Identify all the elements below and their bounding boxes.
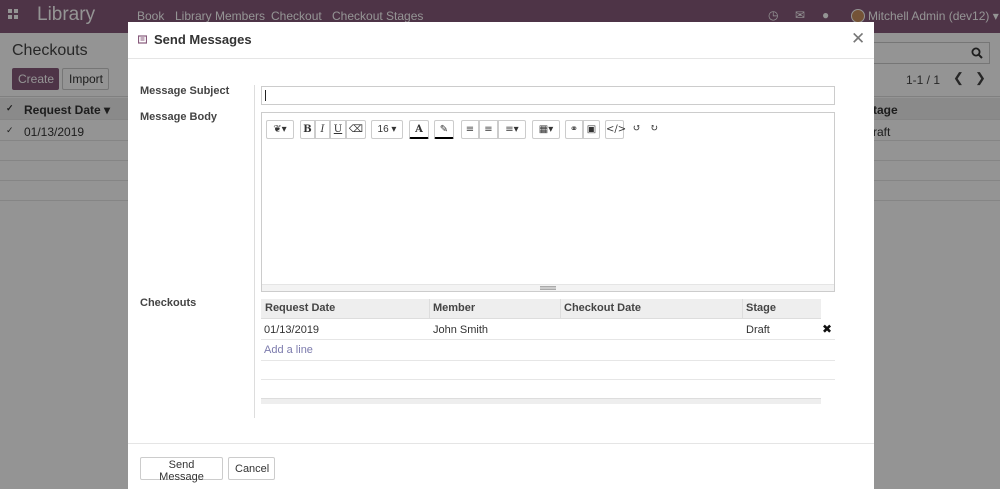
column-stage: Stage — [746, 302, 776, 314]
code-view-icon[interactable]: </> — [605, 120, 626, 139]
editor-content-area[interactable] — [262, 148, 834, 284]
underline-icon[interactable]: U — [330, 120, 346, 139]
font-size-select[interactable]: 16 ▾ — [371, 120, 403, 139]
column-checkout-date: Checkout Date — [564, 302, 642, 314]
italic-icon[interactable]: I — [315, 120, 330, 139]
numbered-list-icon[interactable]: ≡ — [479, 120, 498, 139]
message-subject-label: Message Subject — [140, 85, 230, 97]
message-body-label: Message Body — [140, 111, 218, 123]
field-separator — [254, 85, 255, 418]
checkouts-table-header: Request Date Member Checkout Date Stage — [261, 299, 821, 319]
text-color-icon[interactable]: A — [409, 120, 429, 139]
column-divider — [429, 299, 430, 319]
undo-icon[interactable]: ↺ — [629, 120, 645, 139]
highlight-color-icon[interactable]: ✎ — [434, 120, 454, 139]
resize-handle[interactable] — [540, 286, 556, 290]
cell-request-date: 01/13/2019 — [264, 324, 320, 336]
bullet-list-icon[interactable]: ≡ — [461, 120, 479, 139]
column-request-date: Request Date — [265, 302, 336, 314]
send-message-button[interactable]: Send Message — [140, 457, 223, 483]
column-member: Member — [433, 302, 476, 314]
dialog-title-icon — [138, 35, 147, 44]
column-divider — [742, 299, 743, 319]
dialog-header: Send Messages ✕ — [128, 22, 874, 59]
table-dropdown-icon[interactable]: ▦▾ — [532, 120, 560, 139]
link-icon[interactable]: ⚭ — [565, 120, 583, 139]
image-icon[interactable]: ▣ — [583, 120, 600, 139]
close-icon[interactable]: ✕ — [851, 29, 865, 49]
dialog-footer: Send Message Cancel — [128, 443, 874, 489]
table-footer — [261, 398, 821, 404]
table-row[interactable]: 01/13/2019 John Smith Draft ✖ — [261, 320, 835, 340]
text-cursor — [265, 90, 266, 101]
dialog-title: Send Messages — [154, 32, 252, 47]
cancel-button[interactable]: Cancel — [228, 457, 275, 480]
message-subject-input[interactable] — [261, 86, 835, 105]
send-messages-dialog: Send Messages ✕ Message Subject Message … — [128, 22, 874, 489]
add-line-link[interactable]: Add a line — [264, 344, 313, 356]
align-dropdown-icon[interactable]: ≡▾ — [498, 120, 526, 139]
bold-icon[interactable]: B — [300, 120, 315, 139]
empty-row — [261, 360, 835, 380]
delete-row-icon[interactable]: ✖ — [822, 322, 832, 336]
eraser-icon[interactable]: ⌫ — [346, 120, 366, 139]
cell-member: John Smith — [433, 324, 489, 336]
redo-icon[interactable]: ↻ — [646, 120, 662, 139]
column-divider — [560, 299, 561, 319]
message-body-editor[interactable]: ❦▾ B I U ⌫ 16 ▾ A ✎ ≡ ≡ ≡▾ ▦▾ ⚭ ▣ </> ↺ … — [261, 112, 835, 292]
editor-toolbar: ❦▾ B I U ⌫ 16 ▾ A ✎ ≡ ≡ ≡▾ ▦▾ ⚭ ▣ </> ↺ … — [262, 113, 834, 148]
cell-stage: Draft — [746, 324, 770, 336]
style-dropdown-icon[interactable]: ❦▾ — [266, 120, 294, 139]
checkouts-label: Checkouts — [140, 297, 197, 309]
